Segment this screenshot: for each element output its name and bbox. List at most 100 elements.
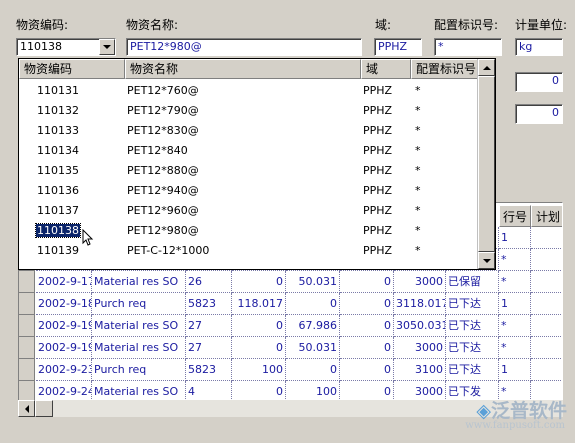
row-selector[interactable] [19,293,35,315]
grid-cell-c[interactable]: 0 [340,293,394,315]
popup-list-item[interactable]: 110132 PET12*790@ PPHZ * [19,101,479,121]
grid-cell-type[interactable]: Material res SO [92,381,186,401]
grid-cell-d[interactable]: 3050.031 [394,315,446,337]
popup-list-item[interactable]: 110136 PET12*940@ PPHZ * [19,181,479,201]
grid-cell-plan[interactable] [531,249,562,271]
code-dropdown-list[interactable]: 物资编码 物资名称 域 配置标识号 110131 PET12*760@ PPHZ * 1… [18,58,496,270]
unit-field[interactable]: kg [515,38,563,56]
grid-cell-line[interactable]: 1 [499,293,531,315]
grid-cell-c[interactable]: 0 [340,271,394,293]
popup-cell-name: PET12*840 [127,144,188,157]
grid-cell-line[interactable]: * [499,315,531,337]
popup-list-item[interactable]: 110131 PET12*760@ PPHZ * [19,81,479,101]
scroll-thumb-horizontal[interactable] [35,400,53,417]
grid-cell-qty[interactable]: 27 [186,315,232,337]
table-row[interactable]: 2002-9-17 Material res SO 26 0 50.031 0 3000 已保… [19,271,562,293]
grid-cell-date[interactable]: 2002-9-18 [36,293,92,315]
scroll-thumb-vertical[interactable] [478,76,495,252]
column-header-line[interactable]: 行号 [499,205,531,227]
grid-cell-qty[interactable]: 5823 [186,293,232,315]
popup-list-item[interactable]: 110135 PET12*880@ PPHZ * [19,161,479,181]
grid-cell-line[interactable]: 1 [499,359,531,381]
grid-cell-status[interactable]: 已保留 [446,271,499,293]
grid-cell-plan[interactable] [531,359,562,381]
grid-cell-a[interactable]: 0 [232,381,286,401]
popup-list-item[interactable]: 110137 PET12*960@ PPHZ * [19,201,479,221]
table-row[interactable]: 2002-9-23 Purch req 5823 100 0 0 3100 已下达 1 [19,359,562,381]
grid-cell-plan[interactable] [531,293,562,315]
grid-cell-type[interactable]: Material res SO [92,271,186,293]
grid-cell-date[interactable]: 2002-9-17 [36,271,92,293]
grid-cell-status[interactable]: 已下达 [446,315,499,337]
popup-header-config[interactable]: 配置标识号 [411,59,479,79]
popup-vertical-scrollbar[interactable] [477,59,495,269]
scroll-left-button[interactable] [18,400,35,417]
grid-cell-d[interactable]: 3000 [394,381,446,401]
row-selector[interactable] [19,337,35,359]
grid-cell-c[interactable]: 0 [340,337,394,359]
grid-cell-qty[interactable]: 4 [186,381,232,401]
grid-cell-b[interactable]: 50.031 [286,337,340,359]
grid-cell-a[interactable]: 0 [232,315,286,337]
row-selector[interactable] [19,315,35,337]
grid-cell-qty[interactable]: 27 [186,337,232,359]
grid-cell-b[interactable]: 67.986 [286,315,340,337]
column-header-plan[interactable]: 计划 [531,205,562,227]
grid-cell-line[interactable]: * [499,271,531,293]
grid-cell-a[interactable]: 0 [232,271,286,293]
grid-cell-a[interactable]: 118.017 [232,293,286,315]
grid-cell-b[interactable]: 0 [286,293,340,315]
grid-cell-plan[interactable] [531,315,562,337]
grid-cell-plan[interactable] [531,337,562,359]
popup-list-item[interactable]: 110134 PET12*840 PPHZ * [19,141,479,161]
row-selector[interactable] [19,381,35,401]
grid-cell-line[interactable]: * [499,249,531,271]
table-row[interactable]: 2002-9-19 Material res SO 27 0 50.031 0 3000 已下… [19,337,562,359]
grid-cell-plan[interactable] [531,227,562,249]
grid-cell-type[interactable]: Material res SO [92,315,186,337]
grid-cell-c[interactable]: 0 [340,315,394,337]
row-selector[interactable] [19,271,35,293]
grid-cell-d[interactable]: 3118.017 [394,293,446,315]
grid-cell-date[interactable]: 2002-9-19 [36,337,92,359]
grid-cell-type[interactable]: Purch req [92,359,186,381]
scroll-up-button[interactable] [478,59,495,76]
popup-list-item[interactable]: 110133 PET12*830@ PPHZ * [19,121,479,141]
grid-cell-plan[interactable] [531,271,562,293]
grid-cell-b[interactable]: 100 [286,381,340,401]
code-dropdown-button[interactable] [99,39,115,55]
grid-cell-a[interactable]: 0 [232,337,286,359]
grid-cell-line[interactable]: 1 [499,227,531,249]
grid-cell-status[interactable]: 已下达 [446,337,499,359]
quantity-field-1[interactable]: 0 [515,72,563,92]
row-selector[interactable] [19,359,35,381]
grid-cell-c[interactable]: 0 [340,381,394,401]
quantity-field-2[interactable]: 0 [515,104,563,124]
table-row[interactable]: 2002-9-19 Material res SO 27 0 67.986 0 3050.0… [19,315,562,337]
table-row[interactable]: 2002-9-18 Purch req 5823 118.017 0 0 3118.017 已… [19,293,562,315]
popup-header-code[interactable]: 物资编码 [19,59,125,79]
grid-cell-a[interactable]: 100 [232,359,286,381]
grid-cell-d[interactable]: 3000 [394,337,446,359]
popup-header-name[interactable]: 物资名称 [125,59,361,79]
grid-cell-qty[interactable]: 26 [186,271,232,293]
grid-cell-c[interactable]: 0 [340,359,394,381]
grid-cell-line[interactable]: * [499,337,531,359]
config-field[interactable]: * [434,38,502,56]
grid-cell-type[interactable]: Material res SO [92,337,186,359]
grid-cell-status[interactable]: 已下达 [446,293,499,315]
grid-cell-b[interactable]: 50.031 [286,271,340,293]
grid-cell-qty[interactable]: 5823 [186,359,232,381]
grid-cell-date[interactable]: 2002-9-23 [36,359,92,381]
scroll-down-button[interactable] [478,252,495,269]
grid-cell-b[interactable]: 0 [286,359,340,381]
domain-field[interactable]: PPHZ [374,38,422,56]
grid-cell-d[interactable]: 3000 [394,271,446,293]
grid-cell-type[interactable]: Purch req [92,293,186,315]
popup-header-domain[interactable]: 域 [361,59,411,79]
name-field[interactable]: PET12*980@ [126,38,362,56]
grid-cell-d[interactable]: 3100 [394,359,446,381]
grid-cell-date[interactable]: 2002-9-24 [36,381,92,401]
grid-cell-date[interactable]: 2002-9-19 [36,315,92,337]
grid-cell-status[interactable]: 已下达 [446,359,499,381]
